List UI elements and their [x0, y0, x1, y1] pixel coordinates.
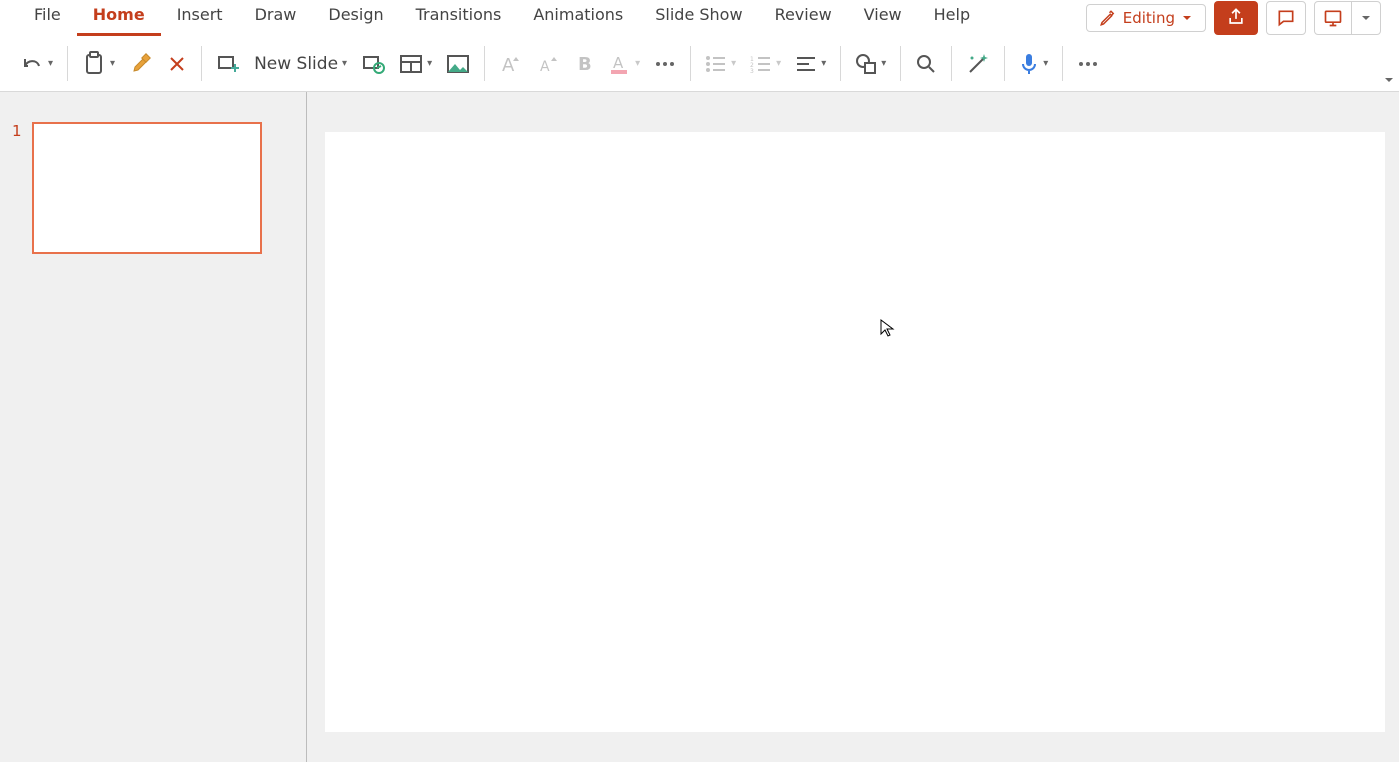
svg-text:A: A [502, 55, 515, 75]
mode-editing-button[interactable]: Editing [1086, 4, 1206, 32]
tabs-right-group: Editing [1086, 1, 1381, 35]
pencil-icon [1099, 9, 1117, 27]
designer-button[interactable] [960, 44, 996, 84]
bullets-icon [705, 55, 727, 73]
svg-text:2: 2 [750, 62, 754, 69]
add-slide-button[interactable] [210, 44, 246, 84]
tab-view[interactable]: View [848, 0, 918, 36]
chevron-down-icon: ▾ [635, 58, 640, 69]
microphone-icon [1019, 52, 1039, 76]
delete-button[interactable] [161, 44, 193, 84]
slide-canvas[interactable] [325, 132, 1385, 732]
mode-editing-label: Editing [1123, 9, 1175, 27]
svg-text:1: 1 [750, 56, 754, 63]
format-painter-button[interactable] [123, 44, 159, 84]
find-button[interactable] [909, 44, 943, 84]
chevron-down-icon: ▾ [342, 58, 347, 69]
bold-icon: B [575, 54, 595, 74]
increase-font-button: A [493, 44, 529, 84]
picture-button[interactable] [440, 44, 476, 84]
svg-text:A: A [613, 54, 624, 72]
ribbon-toolbar: ▾ ▾ New Slide ▾ ▾ A A B A ▾ [0, 36, 1399, 92]
tab-home[interactable]: Home [77, 0, 161, 36]
font-decrease-icon: A [537, 53, 561, 75]
svg-text:3: 3 [750, 68, 754, 73]
svg-text:B: B [578, 54, 592, 74]
picture-icon [446, 54, 470, 74]
shapes-button[interactable]: ▾ [849, 44, 892, 84]
reuse-slides-icon [361, 52, 385, 76]
chevron-down-icon: ▾ [776, 58, 781, 69]
font-color-button: A ▾ [603, 44, 646, 84]
font-increase-icon: A [499, 53, 523, 75]
tab-design[interactable]: Design [312, 0, 399, 36]
chevron-down-icon [1360, 12, 1372, 24]
tab-transitions[interactable]: Transitions [400, 0, 518, 36]
chevron-down-icon: ▾ [881, 58, 886, 69]
tab-help[interactable]: Help [918, 0, 986, 36]
layout-icon [399, 54, 423, 74]
chevron-down-icon: ▾ [48, 58, 53, 69]
share-icon [1226, 8, 1246, 28]
dictate-button[interactable]: ▾ [1013, 44, 1054, 84]
new-slide-button[interactable]: New Slide ▾ [248, 44, 353, 84]
tab-insert[interactable]: Insert [161, 0, 239, 36]
chevron-down-icon: ▾ [1043, 58, 1048, 69]
tab-file[interactable]: File [18, 0, 77, 36]
font-color-icon: A [609, 53, 631, 75]
comment-icon [1276, 8, 1296, 28]
chevron-down-icon: ▾ [821, 58, 826, 69]
comments-button[interactable] [1266, 1, 1306, 35]
search-icon [915, 53, 937, 75]
magic-wand-icon [966, 52, 990, 76]
bold-button: B [569, 44, 601, 84]
slide-thumbnails-pane: 1 [0, 92, 307, 762]
chevron-down-icon [1181, 12, 1193, 24]
tab-animations[interactable]: Animations [517, 0, 639, 36]
tab-slideshow[interactable]: Slide Show [639, 0, 758, 36]
more-font-button[interactable] [648, 44, 682, 84]
chevron-down-icon: ▾ [427, 58, 432, 69]
paintbrush-icon [129, 52, 153, 76]
align-button[interactable]: ▾ [789, 44, 832, 84]
paste-button[interactable]: ▾ [76, 44, 121, 84]
chevron-down-icon: ▾ [731, 58, 736, 69]
ellipsis-icon [1077, 60, 1099, 68]
chevron-down-icon [1383, 74, 1395, 86]
workspace: 1 [0, 92, 1399, 762]
present-icon [1323, 8, 1343, 28]
ribbon-tabs: File Home Insert Draw Design Transitions… [0, 0, 1399, 36]
undo-icon [20, 52, 44, 76]
svg-text:A: A [540, 59, 550, 75]
bullets-button: ▾ [699, 44, 742, 84]
share-button[interactable] [1214, 1, 1258, 35]
clipboard-icon [82, 51, 106, 77]
numbering-icon: 123 [750, 55, 772, 73]
ellipsis-icon [654, 60, 676, 68]
align-icon [795, 55, 817, 73]
present-button[interactable] [1314, 1, 1381, 35]
slide-thumbnail-1[interactable] [32, 122, 262, 254]
ribbon-expand-button[interactable] [1383, 74, 1395, 89]
tab-review[interactable]: Review [759, 0, 848, 36]
new-slide-label: New Slide [254, 54, 338, 74]
numbering-button: 123 ▾ [744, 44, 787, 84]
shapes-icon [855, 53, 877, 75]
slide-canvas-pane [307, 92, 1399, 762]
add-slide-icon [216, 52, 240, 76]
tab-draw[interactable]: Draw [239, 0, 313, 36]
x-icon [167, 54, 187, 74]
chevron-down-icon: ▾ [110, 58, 115, 69]
undo-button[interactable]: ▾ [14, 44, 59, 84]
slide-thumbnail-index: 1 [12, 122, 22, 140]
layout-button[interactable]: ▾ [393, 44, 438, 84]
decrease-font-button: A [531, 44, 567, 84]
reuse-slides-button[interactable] [355, 44, 391, 84]
more-commands-button[interactable] [1071, 44, 1105, 84]
